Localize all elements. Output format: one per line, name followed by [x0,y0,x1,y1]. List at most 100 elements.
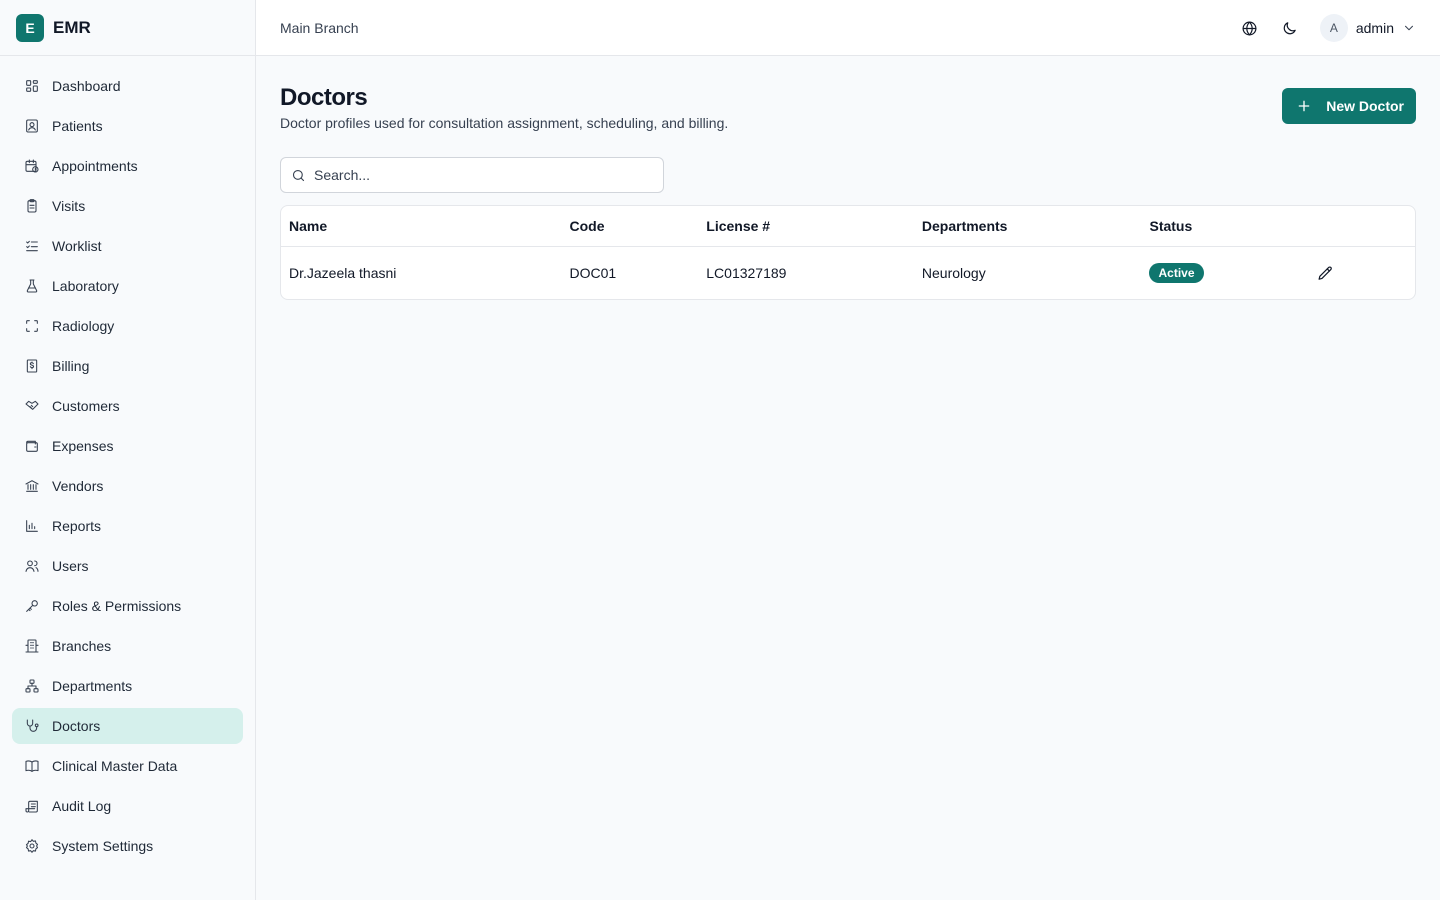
column-header-departments[interactable]: Departments [914,218,1142,234]
sidebar-item-label: Clinical Master Data [52,758,178,774]
sidebar-item-audit-log[interactable]: Audit Log [12,788,243,824]
sidebar-item-label: System Settings [52,838,154,854]
search-input[interactable] [314,167,644,183]
bar-chart-icon [24,518,40,534]
bank-icon [24,478,40,494]
key-icon [24,598,40,614]
scroll-icon [24,798,40,814]
sidebar-item-clinical-master-data[interactable]: Clinical Master Data [12,748,243,784]
flask-icon [24,278,40,294]
sidebar-item-label: Doctors [52,718,101,734]
sidebar-item-appointments[interactable]: Appointments [12,148,243,184]
search-box [280,157,664,193]
sidebar-item-label: Visits [52,198,86,214]
wallet-icon [24,438,40,454]
sidebar-item-roles-and-permissions[interactable]: Roles & Permissions [12,588,243,624]
list-checks-icon [24,238,40,254]
sidebar-item-label: Users [52,558,89,574]
language-button[interactable] [1234,12,1266,44]
theme-toggle-button[interactable] [1274,12,1306,44]
sidebar-item-vendors[interactable]: Vendors [12,468,243,504]
handshake-icon [24,398,40,414]
sidebar-item-doctors[interactable]: Doctors [12,708,243,744]
sidebar-item-label: Dashboard [52,78,121,94]
clipboard-icon [24,198,40,214]
sidebar-item-visits[interactable]: Visits [12,188,243,224]
status-cell: Active [1141,263,1307,283]
brand[interactable]: E EMR [0,0,255,56]
sidebar-item-label: Expenses [52,438,114,454]
sidebar: E EMR Dashboard Patients Appointments Visit… [0,0,256,900]
doctor-license: LC01327189 [706,265,787,281]
sidebar-item-departments[interactable]: Departments [12,668,243,704]
sidebar-item-system-settings[interactable]: System Settings [12,828,243,864]
calendar-clock-icon [24,158,40,174]
network-icon [24,678,40,694]
column-header-code[interactable]: Code [562,218,699,234]
book-icon [24,758,40,774]
page-title: Doctors [280,84,368,111]
column-header-name[interactable]: Name [281,218,562,234]
sidebar-item-label: Appointments [52,158,138,174]
sidebar-item-label: Patients [52,118,103,134]
scan-icon [24,318,40,334]
sidebar-item-label: Radiology [52,318,115,334]
sidebar-item-label: Laboratory [52,278,119,294]
sidebar-item-reports[interactable]: Reports [12,508,243,544]
dashboard-icon [24,78,40,94]
column-header-status[interactable]: Status [1141,218,1307,234]
sidebar-item-label: Audit Log [52,798,112,814]
main-content: Doctors Doctor profiles used for consult… [280,56,1416,300]
sidebar-item-label: Customers [52,398,120,414]
user-menu[interactable]: A admin [1319,14,1416,42]
doctors-table: Name Code License # Departments Status D… [280,205,1416,300]
sidebar-item-worklist[interactable]: Worklist [12,228,243,264]
page-subtitle: Doctor profiles used for consultation as… [280,115,729,131]
table-header: Name Code License # Departments Status [281,206,1415,247]
moon-icon [1284,21,1297,34]
doctor-name: Dr.Jazeela thasni [289,265,397,281]
globe-icon [1242,21,1257,35]
header-actions: A admin [1234,0,1416,56]
gear-icon [24,838,40,854]
sidebar-item-billing[interactable]: Billing [12,348,243,384]
table-row[interactable]: Dr.Jazeela thasni DOC01 LC01327189 Neuro… [281,247,1415,299]
sidebar-item-label: Departments [52,678,133,694]
new-doctor-button[interactable]: New Doctor [1282,88,1416,124]
sidebar-item-expenses[interactable]: Expenses [12,428,243,464]
sidebar-item-patients[interactable]: Patients [12,108,243,144]
column-header-license[interactable]: License # [698,218,914,234]
sidebar-item-dashboard[interactable]: Dashboard [12,68,243,104]
users-icon [24,558,40,574]
new-doctor-label: New Doctor [1326,98,1404,114]
avatar: A [1319,14,1348,42]
branch-name[interactable]: Main Branch [280,20,359,36]
building-icon [24,638,40,654]
top-header: Main Branch A admin [256,0,1440,56]
sidebar-item-label: Reports [52,518,102,534]
patient-card-icon [24,118,40,134]
stethoscope-icon [24,718,40,734]
sidebar-item-branches[interactable]: Branches [12,628,243,664]
user-name: admin [1355,20,1394,36]
doctor-code: DOC01 [569,265,617,281]
sidebar-item-label: Branches [52,638,112,654]
sidebar-item-label: Roles & Permissions [52,598,182,614]
sidebar-item-users[interactable]: Users [12,548,243,584]
brand-name: EMR [53,17,91,37]
doctor-departments: Neurology [921,265,986,281]
sidebar-item-customers[interactable]: Customers [12,388,243,424]
sidebar-item-radiology[interactable]: Radiology [12,308,243,344]
brand-logo: E [16,13,44,42]
sidebar-nav: Dashboard Patients Appointments Visits Workl… [0,56,255,864]
sidebar-item-label: Billing [52,358,90,374]
edit-button[interactable] [1315,263,1335,283]
status-badge: Active [1149,263,1204,283]
receipt-icon [24,358,40,374]
actions-cell [1307,263,1415,283]
search-icon [292,169,305,181]
sidebar-item-laboratory[interactable]: Laboratory [12,268,243,304]
sidebar-item-label: Vendors [52,478,104,494]
sidebar-item-label: Worklist [52,238,102,254]
plus-icon [1298,100,1310,112]
